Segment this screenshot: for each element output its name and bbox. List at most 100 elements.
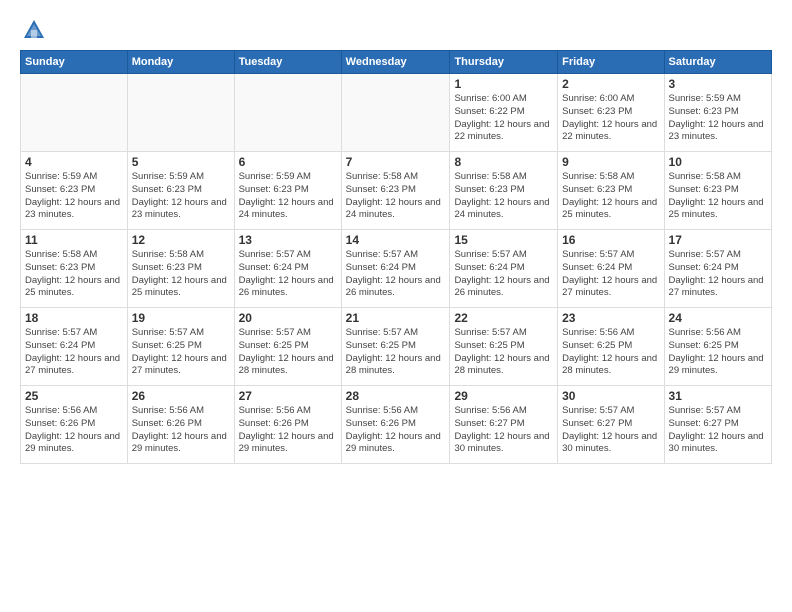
day-number: 26 <box>132 389 230 403</box>
weekday-header-row: SundayMondayTuesdayWednesdayThursdayFrid… <box>21 51 772 74</box>
weekday-header: Wednesday <box>341 51 450 74</box>
day-number: 13 <box>239 233 337 247</box>
calendar-cell: 5 Sunrise: 5:59 AM Sunset: 6:23 PM Daylig… <box>127 152 234 230</box>
day-info: Sunrise: 5:57 AM Sunset: 6:24 PM Dayligh… <box>669 249 767 300</box>
day-number: 25 <box>25 389 123 403</box>
day-number: 30 <box>562 389 659 403</box>
day-info: Sunrise: 5:57 AM Sunset: 6:24 PM Dayligh… <box>562 249 659 300</box>
day-info: Sunrise: 5:57 AM Sunset: 6:27 PM Dayligh… <box>562 405 659 456</box>
calendar-cell: 1Sunrise: 6:00 AM Sunset: 6:22 PM Daylig… <box>450 74 558 152</box>
day-info: Sunrise: 5:58 AM Sunset: 6:23 PM Dayligh… <box>346 171 446 222</box>
day-number: 20 <box>239 311 337 325</box>
calendar-cell: 16 Sunrise: 5:57 AM Sunset: 6:24 PM Dayli… <box>558 230 664 308</box>
day-info: Sunrise: 5:56 AM Sunset: 6:26 PM Dayligh… <box>346 405 446 456</box>
calendar-cell: 27Sunrise: 5:56 AM Sunset: 6:26 PM Dayli… <box>234 386 341 464</box>
day-number: 23 <box>562 311 659 325</box>
day-info: Sunrise: 5:57 AM Sunset: 6:24 PM Dayligh… <box>454 249 553 300</box>
calendar-cell: 24Sunrise: 5:56 AM Sunset: 6:25 PM Dayli… <box>664 308 771 386</box>
day-number: 19 <box>132 311 230 325</box>
calendar-cell: 18 Sunrise: 5:57 AM Sunset: 6:24 PM Dayli… <box>21 308 128 386</box>
weekday-header: Saturday <box>664 51 771 74</box>
day-info: Sunrise: 5:59 AM Sunset: 6:23 PM Dayligh… <box>669 93 767 144</box>
day-number: 28 <box>346 389 446 403</box>
day-info: Sunrise: 5:58 AM Sunset: 6:23 PM Dayligh… <box>669 171 767 222</box>
day-number: 15 <box>454 233 553 247</box>
day-number: 16 <box>562 233 659 247</box>
day-number: 24 <box>669 311 767 325</box>
day-info: Sunrise: 5:57 AM Sunset: 6:25 PM Dayligh… <box>346 327 446 378</box>
day-info: Sunrise: 5:57 AM Sunset: 6:27 PM Dayligh… <box>669 405 767 456</box>
logo-icon <box>20 16 48 44</box>
day-number: 9 <box>562 155 659 169</box>
weekday-header: Thursday <box>450 51 558 74</box>
day-info: Sunrise: 5:57 AM Sunset: 6:24 PM Dayligh… <box>346 249 446 300</box>
day-number: 12 <box>132 233 230 247</box>
calendar-cell: 10 Sunrise: 5:58 AM Sunset: 6:23 PM Dayli… <box>664 152 771 230</box>
day-number: 6 <box>239 155 337 169</box>
week-row: 25 Sunrise: 5:56 AM Sunset: 6:26 PM Dayli… <box>21 386 772 464</box>
day-info: Sunrise: 5:58 AM Sunset: 6:23 PM Dayligh… <box>562 171 659 222</box>
day-info: Sunrise: 5:56 AM Sunset: 6:26 PM Dayligh… <box>25 405 123 456</box>
calendar-cell: 6Sunrise: 5:59 AM Sunset: 6:23 PM Daylig… <box>234 152 341 230</box>
day-number: 1 <box>454 77 553 91</box>
calendar-cell: 23 Sunrise: 5:56 AM Sunset: 6:25 PM Dayli… <box>558 308 664 386</box>
calendar-cell: 22Sunrise: 5:57 AM Sunset: 6:25 PM Dayli… <box>450 308 558 386</box>
header <box>20 16 772 44</box>
week-row: 18 Sunrise: 5:57 AM Sunset: 6:24 PM Dayli… <box>21 308 772 386</box>
calendar-cell: 15 Sunrise: 5:57 AM Sunset: 6:24 PM Dayli… <box>450 230 558 308</box>
calendar-cell: 30 Sunrise: 5:57 AM Sunset: 6:27 PM Dayli… <box>558 386 664 464</box>
day-info: Sunrise: 5:57 AM Sunset: 6:24 PM Dayligh… <box>239 249 337 300</box>
calendar-cell <box>234 74 341 152</box>
calendar-cell: 29 Sunrise: 5:56 AM Sunset: 6:27 PM Dayli… <box>450 386 558 464</box>
day-info: Sunrise: 5:58 AM Sunset: 6:23 PM Dayligh… <box>25 249 123 300</box>
day-info: Sunrise: 5:57 AM Sunset: 6:24 PM Dayligh… <box>25 327 123 378</box>
weekday-header: Friday <box>558 51 664 74</box>
calendar-cell <box>21 74 128 152</box>
day-number: 22 <box>454 311 553 325</box>
calendar-cell: 8 Sunrise: 5:58 AM Sunset: 6:23 PM Daylig… <box>450 152 558 230</box>
day-number: 11 <box>25 233 123 247</box>
day-number: 5 <box>132 155 230 169</box>
calendar-cell: 7 Sunrise: 5:58 AM Sunset: 6:23 PM Daylig… <box>341 152 450 230</box>
day-number: 27 <box>239 389 337 403</box>
calendar-cell <box>341 74 450 152</box>
day-number: 17 <box>669 233 767 247</box>
day-number: 21 <box>346 311 446 325</box>
day-number: 4 <box>25 155 123 169</box>
day-info: Sunrise: 5:56 AM Sunset: 6:25 PM Dayligh… <box>562 327 659 378</box>
day-info: Sunrise: 5:57 AM Sunset: 6:25 PM Dayligh… <box>239 327 337 378</box>
calendar-cell: 20 Sunrise: 5:57 AM Sunset: 6:25 PM Dayli… <box>234 308 341 386</box>
day-number: 10 <box>669 155 767 169</box>
logo <box>20 16 52 44</box>
day-number: 14 <box>346 233 446 247</box>
weekday-header: Monday <box>127 51 234 74</box>
day-info: Sunrise: 5:56 AM Sunset: 6:27 PM Dayligh… <box>454 405 553 456</box>
day-number: 31 <box>669 389 767 403</box>
day-number: 8 <box>454 155 553 169</box>
calendar-cell: 17 Sunrise: 5:57 AM Sunset: 6:24 PM Dayli… <box>664 230 771 308</box>
calendar-cell: 2Sunrise: 6:00 AM Sunset: 6:23 PM Daylig… <box>558 74 664 152</box>
day-info: Sunrise: 5:59 AM Sunset: 6:23 PM Dayligh… <box>25 171 123 222</box>
week-row: 4 Sunrise: 5:59 AM Sunset: 6:23 PM Daylig… <box>21 152 772 230</box>
day-number: 18 <box>25 311 123 325</box>
calendar-cell: 11 Sunrise: 5:58 AM Sunset: 6:23 PM Dayli… <box>21 230 128 308</box>
calendar-cell: 31 Sunrise: 5:57 AM Sunset: 6:27 PM Dayli… <box>664 386 771 464</box>
weekday-header: Tuesday <box>234 51 341 74</box>
calendar-cell: 3 Sunrise: 5:59 AM Sunset: 6:23 PM Daylig… <box>664 74 771 152</box>
weekday-header: Sunday <box>21 51 128 74</box>
day-info: Sunrise: 5:58 AM Sunset: 6:23 PM Dayligh… <box>132 249 230 300</box>
week-row: 1Sunrise: 6:00 AM Sunset: 6:22 PM Daylig… <box>21 74 772 152</box>
calendar-cell: 13 Sunrise: 5:57 AM Sunset: 6:24 PM Dayli… <box>234 230 341 308</box>
day-number: 3 <box>669 77 767 91</box>
day-number: 7 <box>346 155 446 169</box>
calendar: SundayMondayTuesdayWednesdayThursdayFrid… <box>20 50 772 464</box>
page: SundayMondayTuesdayWednesdayThursdayFrid… <box>0 0 792 612</box>
day-info: Sunrise: 5:59 AM Sunset: 6:23 PM Dayligh… <box>132 171 230 222</box>
calendar-cell: 26 Sunrise: 5:56 AM Sunset: 6:26 PM Dayli… <box>127 386 234 464</box>
calendar-cell <box>127 74 234 152</box>
day-info: Sunrise: 6:00 AM Sunset: 6:23 PM Dayligh… <box>562 93 659 144</box>
day-info: Sunrise: 5:58 AM Sunset: 6:23 PM Dayligh… <box>454 171 553 222</box>
calendar-cell: 9 Sunrise: 5:58 AM Sunset: 6:23 PM Daylig… <box>558 152 664 230</box>
day-info: Sunrise: 5:56 AM Sunset: 6:26 PM Dayligh… <box>132 405 230 456</box>
day-number: 29 <box>454 389 553 403</box>
